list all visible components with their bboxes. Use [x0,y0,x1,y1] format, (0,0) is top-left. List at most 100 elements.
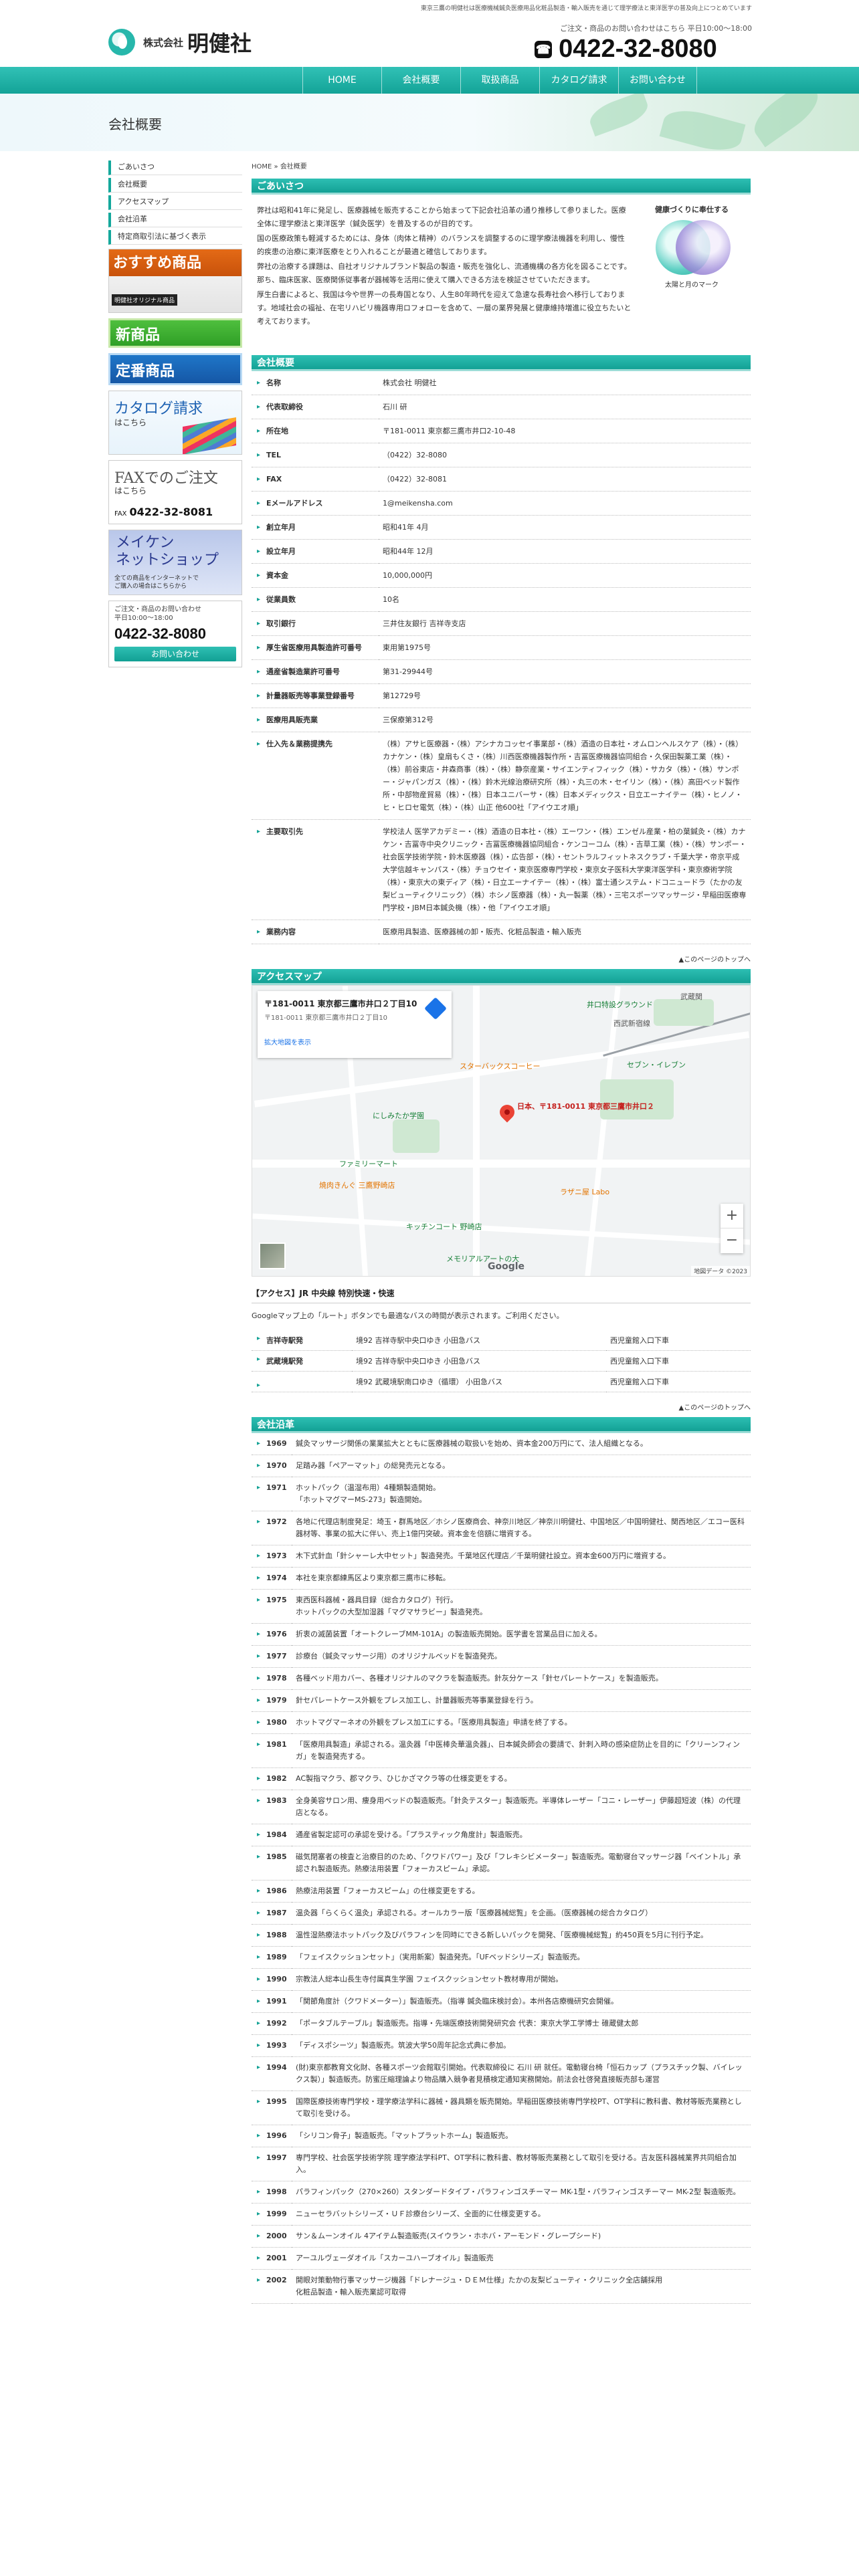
map-park [654,999,714,1026]
sidebar-item-greeting[interactable]: ごあいさつ [108,160,242,175]
overview-label: 計量器販売等事業登録番号 [252,683,379,708]
table-row: 1974本社を東京都練馬区より東京都三鷹市に移転。 [252,1567,751,1590]
history-year: 1969 [252,1433,292,1455]
history-year: 1978 [252,1667,292,1690]
net-shop-banner[interactable]: メイケン ネットショップ 全ての商品をインターネットで ご購入の場合はこちらから [108,530,242,595]
overview-value: 石川 研 [379,395,751,419]
nav-catalog[interactable]: カタログ請求 [539,67,618,94]
location-pin-icon[interactable] [496,1101,518,1123]
recommend-sub: 明健社オリジナル商品 [112,294,178,306]
table-row: 医療用具販売業三保療第312号 [252,708,751,732]
history-year: 2000 [252,2225,292,2248]
table-row: 1990宗教法人総本山長生寺付属真生学園 フェイスクッションセット教材専用が開始… [252,1968,751,1991]
table-row: 1997専門学校、社会医学技術学院 理学療法学科PT、OT学科に教科書、教材等販… [252,2147,751,2181]
history-text: 「医療用具製造」承認される。温灸器「中医棒灸華温灸器」、日本鍼灸師会の要請で、針… [292,1733,751,1768]
sun-moon-mark-icon [656,220,731,276]
table-row: 業務内容医療用具製造、医療器械の卸・販売、化粧品製造・輸入販売 [252,920,751,944]
satellite-toggle[interactable] [259,1243,286,1269]
history-text: 温灸器「らくらく温灸」承認される。オールカラー版「医療器械総覧」を企画。（医療器… [292,1902,751,1925]
sidebar-item-overview[interactable]: 会社概要 [108,178,242,193]
nav-products[interactable]: 取扱商品 [460,67,539,94]
leaf-decoration [659,104,746,151]
sidebar-item-access[interactable]: アクセスマップ [108,195,242,210]
table-row: 1998パラフィンパック（270×260）スタンダードタイプ・パラフィンゴスチー… [252,2181,751,2204]
table-row: 2000サン＆ムーンオイル 4アイテム製造販売(スイウラン・ホホバ・アーモンド・… [252,2225,751,2248]
zoom-in-button[interactable]: + [721,1204,743,1228]
zoom-out-button[interactable]: − [721,1228,743,1253]
map-card-sub: 〒181-0011 東京都三鷹市井口２丁目10 [264,1014,388,1022]
access-route-title: 【アクセス】JR 中央線 特別快速・快速 [252,1287,751,1303]
leaf-decoration [585,94,652,137]
table-row: 1976折衷の滅菌装置「オートクレーブMM-101A」の製造販売開始。医学書を営… [252,1623,751,1646]
table-row: 従業員数10名 [252,587,751,612]
table-row: 代表取締役石川 研 [252,395,751,419]
access-heading: アクセスマップ [252,969,751,985]
header-phone-number: 0422-32-8080 [559,35,717,63]
mark-caption: 太陽と月のマーク [665,282,719,289]
mark-title: 健康づくりに奉仕する [655,205,729,214]
overview-label: 設立年月 [252,539,379,564]
overview-value[interactable]: 1@meikensha.com [379,491,751,516]
fax-order-banner[interactable]: FAXでのご注文 はこちら FAX 0422-32-8081 [108,460,242,524]
bus-station: 武蔵境駅発 [252,1350,352,1372]
catalog-books-image [183,417,236,454]
sun-moon-mark-box: 健康づくりに奉仕する 太陽と月のマーク [645,204,739,289]
table-row: 1979針セパレートケース外観をプレス加工し、計量器販売等事業登録を行う。 [252,1689,751,1712]
history-year: 1994 [252,2056,292,2091]
logo-company-name: 明健社 [187,31,252,56]
history-year: 1980 [252,1711,292,1734]
map-label: セブン・イレブン [627,1061,686,1069]
header-phone[interactable]: ☎ 0422-32-8080 [535,35,752,64]
breadcrumb[interactable]: HOME » 会社概要 [252,160,751,171]
page-top-link[interactable]: ▲このページのトップへ [252,1402,751,1412]
sidebar-contact-phone[interactable]: 0422-32-8080 [114,625,236,643]
catalog-request-banner[interactable]: カタログ請求 はこちら [108,391,242,455]
table-row: 1996「シリコン骨子」製造販売。「マットプラットホーム」製造販売。 [252,2125,751,2147]
page-top-link[interactable]: ▲このページのトップへ [252,954,751,964]
overview-label: 取引銀行 [252,611,379,636]
google-logo: Google [488,1261,525,1272]
history-year: 1993 [252,2034,292,2057]
history-year: 1972 [252,1511,292,1545]
greeting-body: 弊社は昭和41年に発足し、医療器械を販売することから始まって下記会社沿革の通り推… [257,204,632,328]
sidebar-item-tokusho[interactable]: 特定商取引法に基づく表示 [108,230,242,245]
sun-moon-logo-icon [108,29,135,56]
new-products-banner[interactable]: 新商品 [108,318,242,348]
history-year: 1988 [252,1924,292,1947]
history-year: 1989 [252,1946,292,1969]
table-row: 1982AC製指マクラ、郡マクラ、ひじかざマクラ等の仕様変更をする。 [252,1767,751,1790]
overview-heading: 会社概要 [252,355,751,371]
net-shop-sub: 全ての商品をインターネットで ご購入の場合はこちらから [114,575,199,590]
nav-contact[interactable]: お問い合わせ [618,67,697,94]
table-row: 所在地〒181-0011 東京都三鷹市井口2-10-48 [252,419,751,443]
recommend-products-banner[interactable]: おすすめ商品 明健社オリジナル商品 [108,249,242,313]
contact-button[interactable]: お問い合わせ [114,647,236,661]
table-row: 1989「フェイスクッションセット」（実用新案）製造発売。「UFベッドシリーズ」… [252,1946,751,1969]
standard-products-banner[interactable]: 定番商品 [108,353,242,385]
sidebar-item-history[interactable]: 会社沿革 [108,213,242,227]
overview-value: 医療用具製造、医療器械の卸・販売、化粧品製造・輸入販売 [379,920,751,944]
fax-number: FAX 0422-32-8081 [114,506,213,518]
overview-value: 東用第1975号 [379,635,751,660]
history-text: 鍼灸マッサージ関係の業業拡大とともに医療器械の取扱いを始め、資本金200万円にて… [292,1433,751,1455]
overview-label: 仕入先＆業務提携先 [252,732,379,820]
site-logo[interactable]: 株式会社 明健社 [108,27,252,58]
google-map[interactable]: 〒181-0011 東京都三鷹市井口２丁目10 〒181-0011 東京都三鷹市… [252,985,751,1277]
history-year: 1974 [252,1567,292,1590]
map-enlarge-link[interactable]: 拡大地図を表示 [264,1037,445,1047]
overview-label: 通産省製造業許可番号 [252,659,379,684]
table-row: 1969鍼灸マッサージ関係の業業拡大とともに医療器械の取扱いを始め、資本金200… [252,1433,751,1455]
overview-label: 医療用具販売業 [252,708,379,732]
nav-company[interactable]: 会社概要 [381,67,460,94]
fax-sub: はこちら [114,486,147,496]
recommend-title: おすすめ商品 [109,249,242,276]
history-heading: 会社沿革 [252,1417,751,1433]
table-row: FAX（0422）32-8081 [252,467,751,492]
nav-home[interactable]: HOME [302,67,381,94]
bus-route: 境92 武蔵境駅南口ゆき（循環） 小田急バス [352,1371,606,1392]
history-text: 東西医科器械・器具目録（総合カタログ）刊行。 ホットパックの大型加湿器「マグマサ… [292,1589,751,1624]
table-row: 1993「ディスポシーツ」製造販売。筑波大学50周年記念式典に参加。 [252,2034,751,2057]
history-year: 1995 [252,2090,292,2125]
history-year: 1992 [252,2012,292,2035]
map-label: にしみたか学園 [373,1111,424,1120]
